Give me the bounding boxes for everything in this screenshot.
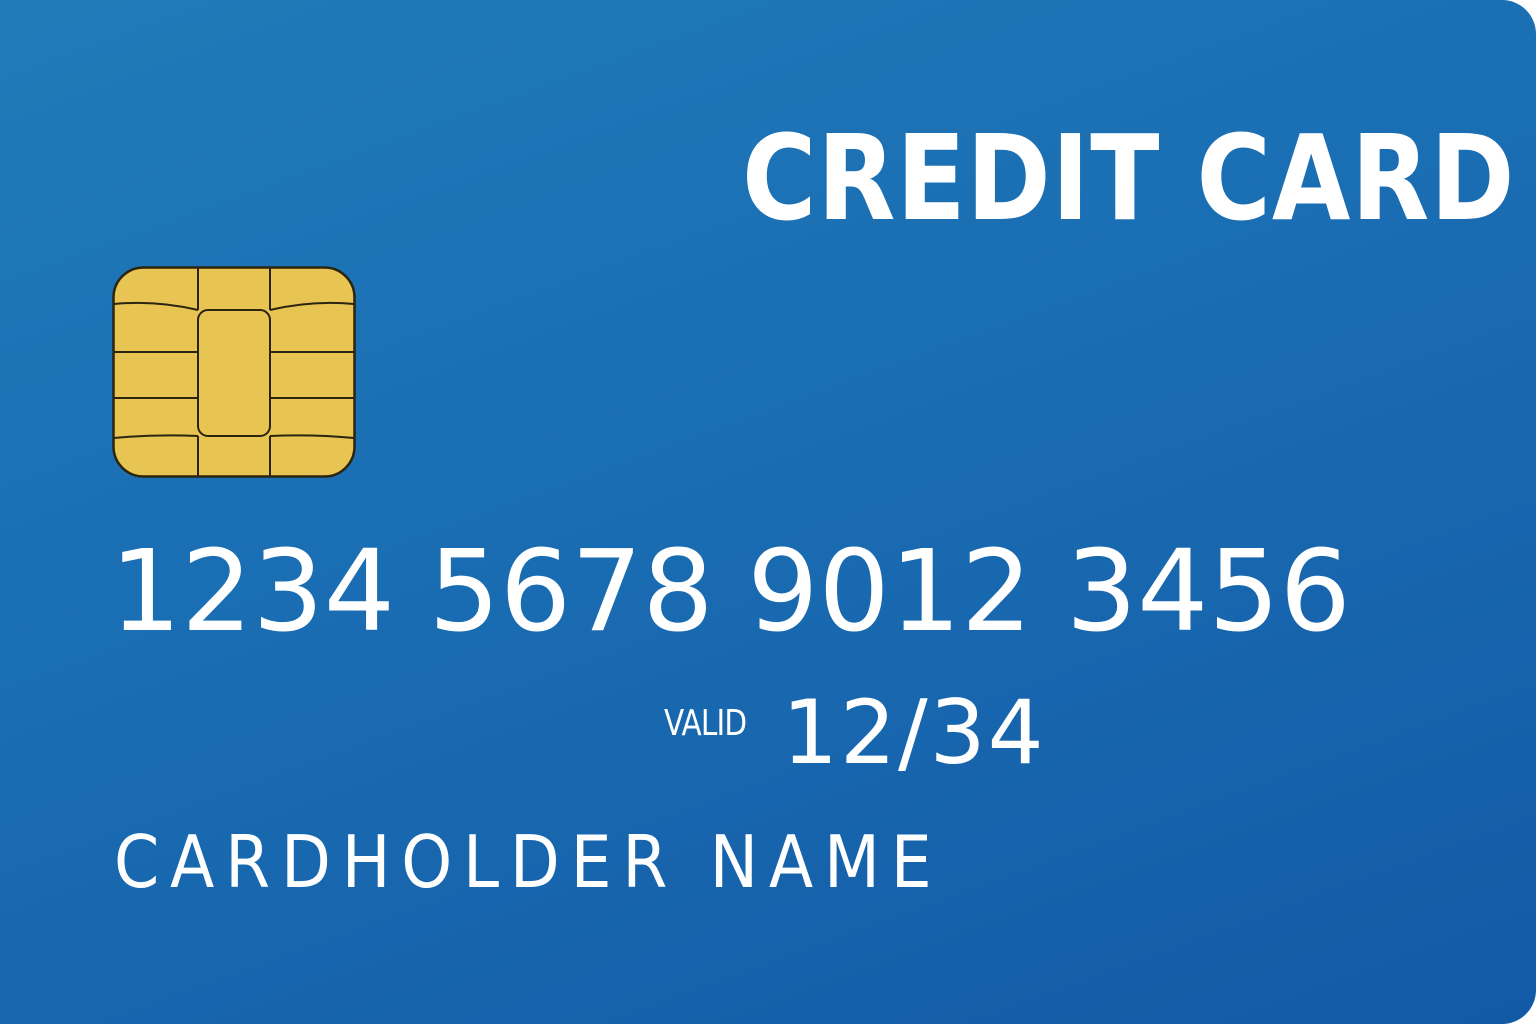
card-number: 1234 5678 9012 3456 <box>110 527 1351 657</box>
emv-chip-icon <box>112 266 356 478</box>
card-title: CREDIT CARD <box>742 109 1516 247</box>
cardholder-name: CARDHOLDER NAME <box>114 820 943 904</box>
valid-label: VALID <box>664 703 747 744</box>
credit-card: CREDIT CARD 1234 5678 9012 3456 VALID 12… <box>0 0 1536 1024</box>
expiry-date: 12/34 <box>782 681 1046 784</box>
